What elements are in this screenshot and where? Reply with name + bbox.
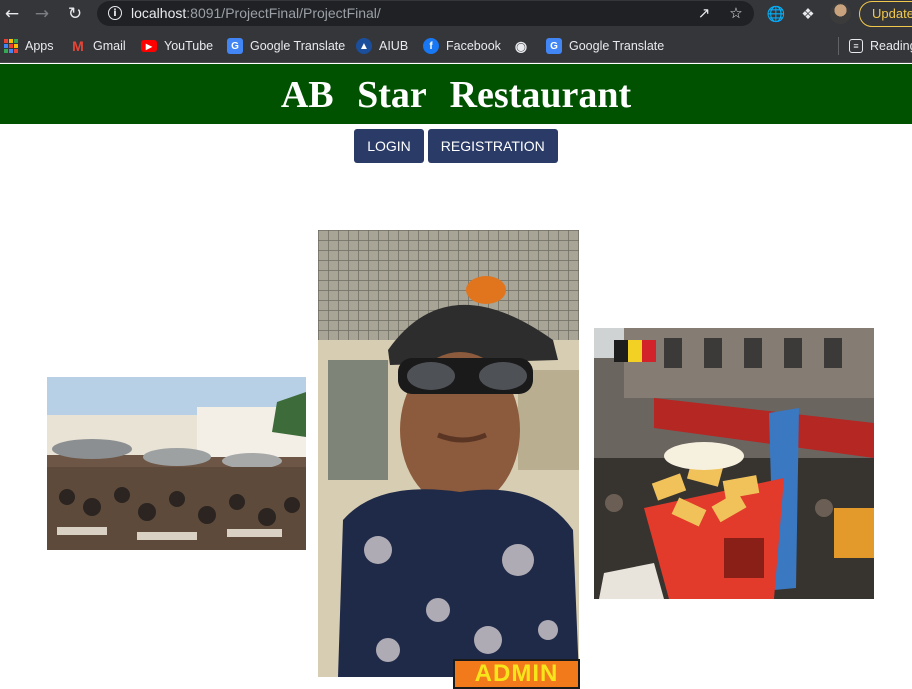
google-translate-icon: G	[546, 38, 562, 54]
profile-avatar[interactable]	[830, 3, 851, 24]
bookmark-label: AIUB	[379, 39, 409, 53]
info-icon[interactable]: i	[108, 6, 122, 20]
bookmark-label: Apps	[25, 39, 54, 53]
update-button[interactable]: Update	[859, 1, 912, 27]
bookmarks-separator	[838, 37, 839, 55]
reload-icon[interactable]: ↻	[64, 3, 86, 25]
back-arrow-icon[interactable]: ←	[1, 3, 23, 25]
restaurant-patio-photo	[47, 377, 306, 550]
bookmark-google-translate[interactable]: G Google Translate	[227, 37, 345, 55]
bookmark-label: Reading	[870, 39, 912, 53]
bookmark-aiub[interactable]: ▲ AIUB	[356, 37, 408, 55]
globe-extension-icon[interactable]: 🌐	[766, 4, 786, 24]
browser-toolbar: ← → ↻ i localhost:8091/ProjectFinal/Proj…	[0, 0, 912, 28]
login-button[interactable]: LOGIN	[354, 129, 424, 163]
bookmark-label: Google Translate	[569, 39, 665, 53]
bookmark-label: Facebook	[446, 39, 501, 53]
bookmark-reading-list[interactable]: ≡ Reading	[849, 37, 912, 55]
bookmark-label: Gmail	[93, 39, 126, 53]
facebook-icon: f	[423, 38, 439, 54]
bookmarks-bar: Apps M Gmail ▶ YouTube G Google Translat…	[0, 28, 912, 63]
reading-list-icon: ≡	[849, 39, 863, 53]
admin-label[interactable]: ADMIN	[453, 659, 580, 689]
bookmark-globe[interactable]: ◉	[513, 37, 529, 55]
bookmark-youtube[interactable]: ▶ YouTube	[141, 37, 213, 55]
share-icon[interactable]: ↗	[695, 4, 713, 22]
bookmark-apps[interactable]: Apps	[4, 37, 54, 55]
bookmark-facebook[interactable]: f Facebook	[423, 37, 501, 55]
address-bar[interactable]: i localhost:8091/ProjectFinal/ProjectFin…	[97, 1, 754, 26]
site-title: AB Star Restaurant	[280, 74, 632, 116]
puzzle-extensions-icon[interactable]: ❖	[798, 4, 818, 24]
bookmark-label: YouTube	[164, 39, 214, 53]
bookmark-gmail[interactable]: M Gmail	[70, 37, 126, 55]
site-header: AB Star Restaurant	[0, 64, 912, 124]
google-translate-icon: G	[227, 38, 243, 54]
registration-button[interactable]: REGISTRATION	[427, 129, 558, 163]
gmail-icon: M	[72, 38, 84, 54]
bookmark-google-translate-2[interactable]: G Google Translate	[546, 37, 664, 55]
url-text[interactable]: localhost:8091/ProjectFinal/ProjectFinal…	[131, 5, 381, 21]
star-icon[interactable]: ☆	[727, 4, 745, 22]
forward-arrow-icon[interactable]: →	[31, 3, 53, 25]
apps-grid-icon	[4, 39, 18, 53]
globe-icon: ◉	[514, 37, 528, 54]
admin-portrait-photo	[318, 230, 579, 677]
aiub-icon: ▲	[356, 38, 372, 54]
fries-street-photo	[594, 328, 874, 599]
youtube-icon: ▶	[141, 40, 157, 52]
bookmark-label: Google Translate	[250, 39, 346, 53]
auth-buttons: LOGIN REGISTRATION	[0, 129, 912, 163]
